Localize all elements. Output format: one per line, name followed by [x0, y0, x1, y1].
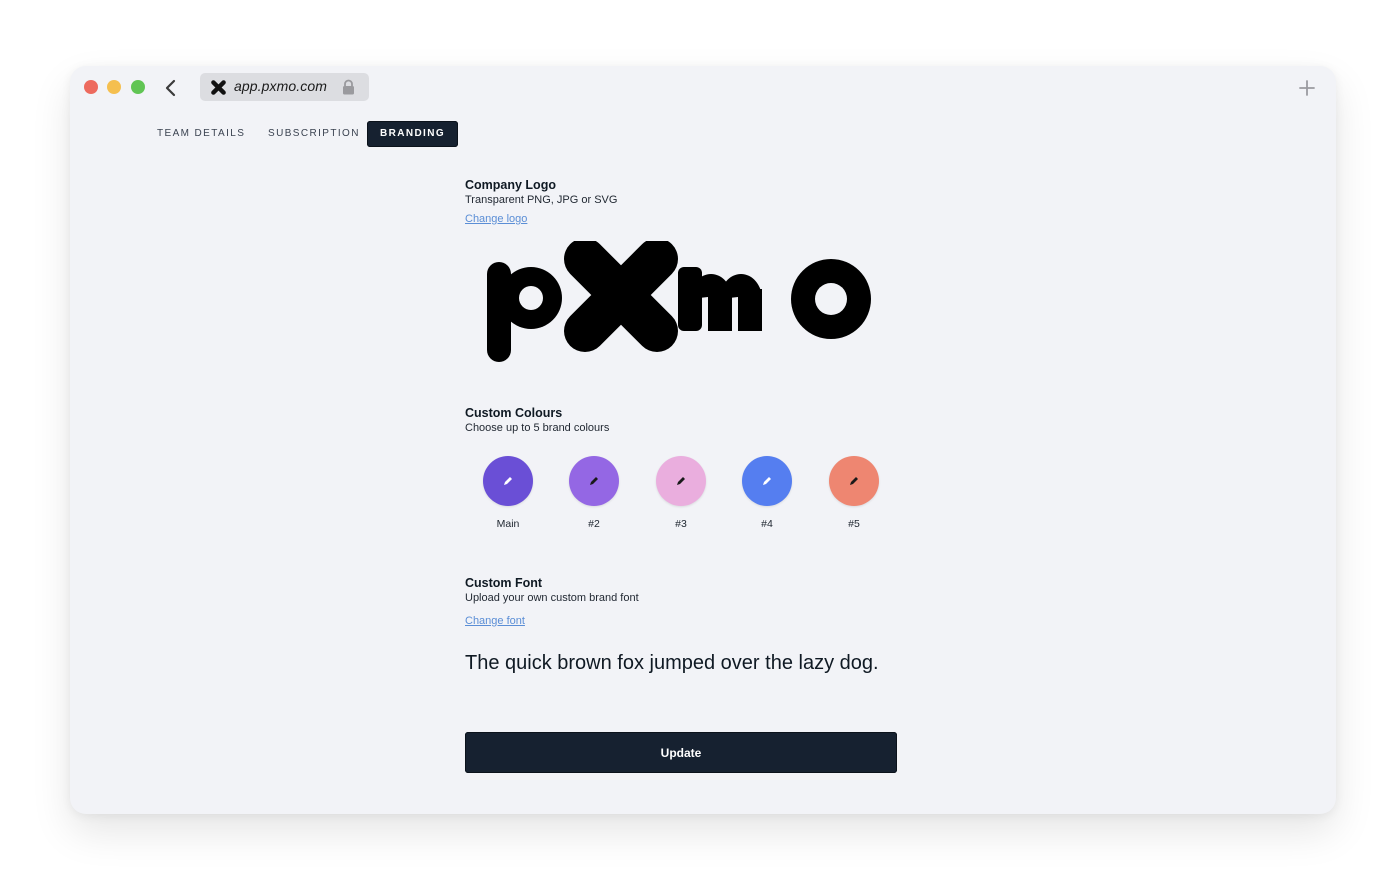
- pxmo-logo-icon: [487, 241, 871, 362]
- back-arrow-icon[interactable]: [162, 78, 180, 98]
- maximize-window-button[interactable]: [131, 80, 145, 94]
- update-button[interactable]: Update: [465, 732, 897, 773]
- change-logo-link[interactable]: Change logo: [465, 213, 527, 225]
- colour-swatch-main: Main: [478, 456, 538, 530]
- pencil-icon: [590, 477, 598, 485]
- colour-swatch-button[interactable]: [483, 456, 533, 506]
- swatch-label: #2: [588, 518, 600, 530]
- colour-swatch-2: #2: [564, 456, 624, 530]
- colour-swatch-3: #3: [651, 456, 711, 530]
- colour-swatch-button[interactable]: [829, 456, 879, 506]
- custom-font-subtitle: Upload your own custom brand font: [465, 592, 639, 604]
- custom-colours-title: Custom Colours: [465, 406, 563, 420]
- colour-swatch-4: #4: [737, 456, 797, 530]
- change-font-link[interactable]: Change font: [465, 615, 525, 627]
- swatch-label: #5: [848, 518, 860, 530]
- company-logo-subtitle: Transparent PNG, JPG or SVG: [465, 194, 618, 206]
- pencil-icon: [850, 477, 858, 485]
- swatch-label: #3: [675, 518, 687, 530]
- colour-swatch-button[interactable]: [656, 456, 706, 506]
- swatch-label: Main: [496, 518, 520, 530]
- pencil-icon: [677, 477, 685, 485]
- new-tab-plus-icon[interactable]: [1298, 79, 1316, 97]
- tab-branding[interactable]: BRANDING: [367, 121, 458, 147]
- custom-colours-subtitle: Choose up to 5 brand colours: [465, 422, 610, 434]
- minimize-window-button[interactable]: [107, 80, 121, 94]
- colour-swatch-button[interactable]: [742, 456, 792, 506]
- tab-subscription[interactable]: SUBSCRIPTION: [268, 121, 360, 147]
- custom-font-title: Custom Font: [465, 576, 543, 590]
- url-text: app.pxmo.com: [234, 78, 328, 94]
- colour-swatch-5: #5: [824, 456, 884, 530]
- company-logo-title: Company Logo: [465, 178, 556, 192]
- colour-swatch-button[interactable]: [569, 456, 619, 506]
- pencil-icon: [763, 477, 771, 485]
- close-window-button[interactable]: [84, 80, 98, 94]
- tab-team-details[interactable]: TEAM DETAILS: [157, 121, 245, 147]
- font-sample-text: The quick brown fox jumped over the lazy…: [465, 652, 879, 674]
- pxmo-favicon-icon: [211, 80, 226, 95]
- browser-window: app.pxmo.com TEAM DETAILS SUBSCRIPTION B…: [70, 66, 1336, 814]
- address-bar[interactable]: app.pxmo.com: [200, 73, 369, 101]
- pencil-icon: [504, 477, 512, 485]
- lock-icon: [343, 79, 354, 95]
- swatch-label: #4: [761, 518, 773, 530]
